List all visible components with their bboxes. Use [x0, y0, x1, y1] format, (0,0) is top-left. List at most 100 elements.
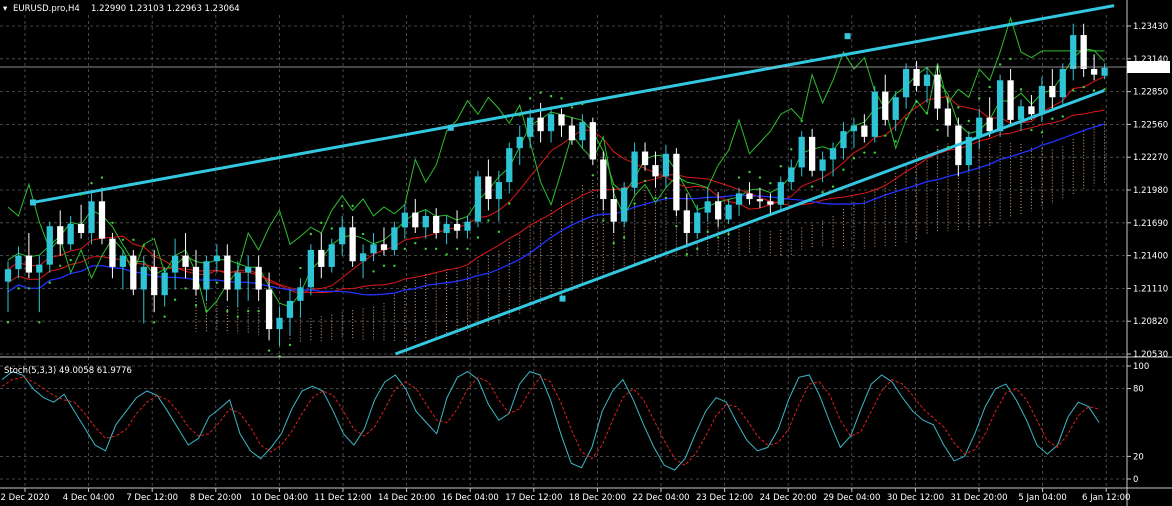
candle-body[interactable]: [192, 266, 200, 290]
candle-body[interactable]: [297, 287, 304, 301]
candle-body[interactable]: [934, 74, 941, 109]
candle-body[interactable]: [412, 212, 419, 228]
candle-body[interactable]: [391, 227, 398, 250]
candle-body[interactable]: [913, 68, 920, 86]
candle-body[interactable]: [1007, 80, 1014, 120]
candle-body[interactable]: [1090, 68, 1098, 75]
candle-body[interactable]: [213, 255, 221, 262]
candle-body[interactable]: [986, 117, 993, 132]
candle-body[interactable]: [610, 199, 617, 222]
candle-body[interactable]: [746, 193, 753, 200]
candle-body[interactable]: [829, 148, 837, 160]
candle-body[interactable]: [558, 114, 565, 126]
channel-anchor[interactable]: [844, 33, 851, 40]
candle-body[interactable]: [88, 201, 95, 233]
candle-body[interactable]: [234, 272, 241, 290]
candle-body[interactable]: [537, 117, 544, 132]
candle-body[interactable]: [809, 136, 816, 171]
candle-body[interactable]: [474, 176, 482, 222]
candle-body[interactable]: [976, 117, 983, 137]
candle-body[interactable]: [4, 269, 12, 282]
candle-body[interactable]: [600, 159, 607, 200]
candle-body[interactable]: [307, 249, 314, 288]
candle-body[interactable]: [621, 187, 628, 222]
candle-body[interactable]: [662, 153, 670, 177]
candle-body[interactable]: [46, 226, 53, 265]
candle-body[interactable]: [631, 151, 638, 188]
candle-body[interactable]: [57, 226, 64, 245]
candle-body[interactable]: [1101, 67, 1108, 76]
candle-body[interactable]: [1028, 106, 1035, 115]
candle-body[interactable]: [767, 201, 774, 205]
candle-body[interactable]: [641, 151, 649, 166]
candle-body[interactable]: [36, 264, 43, 273]
candle-body[interactable]: [819, 159, 826, 171]
candle-body[interactable]: [109, 238, 116, 267]
candle-body[interactable]: [704, 201, 711, 213]
candle-body[interactable]: [735, 193, 743, 205]
channel-lower-line[interactable]: [394, 89, 1105, 356]
candle-body[interactable]: [67, 223, 74, 245]
candle-body[interactable]: [286, 300, 294, 318]
candle-body[interactable]: [255, 266, 262, 290]
candle-body[interactable]: [547, 114, 555, 132]
candle-body[interactable]: [140, 266, 147, 290]
candle-body[interactable]: [1080, 35, 1087, 69]
candle-body[interactable]: [422, 216, 429, 228]
candle-body[interactable]: [725, 204, 732, 220]
candle-body[interactable]: [182, 255, 189, 267]
candle-body[interactable]: [1017, 106, 1025, 120]
channel-anchor[interactable]: [559, 295, 566, 302]
candle-body[interactable]: [902, 68, 910, 98]
channel-upper-line[interactable]: [32, 4, 1115, 204]
candle-body[interactable]: [265, 289, 273, 330]
candle-body[interactable]: [788, 167, 795, 183]
candle-body[interactable]: [119, 255, 127, 267]
candle-body[interactable]: [224, 255, 231, 290]
candle-body[interactable]: [1070, 35, 1077, 69]
candle-body[interactable]: [276, 317, 283, 330]
candle-body[interactable]: [683, 210, 690, 233]
candle-body[interactable]: [777, 182, 784, 205]
candle-body[interactable]: [25, 255, 33, 273]
candle-body[interactable]: [756, 199, 764, 202]
candle-body[interactable]: [77, 223, 85, 233]
candle-body[interactable]: [370, 244, 377, 254]
candle-body[interactable]: [245, 266, 252, 273]
candle-body[interactable]: [171, 255, 179, 273]
candle-body[interactable]: [495, 182, 502, 200]
candle-body[interactable]: [203, 261, 210, 290]
candle-body[interactable]: [15, 255, 22, 270]
candle-body[interactable]: [130, 255, 137, 290]
candle-body[interactable]: [359, 253, 367, 262]
candle-body[interactable]: [339, 227, 346, 245]
candle-body[interactable]: [98, 201, 106, 239]
candles-group[interactable]: [4, 23, 1108, 347]
candle-body[interactable]: [798, 136, 805, 168]
candle-body[interactable]: [464, 221, 471, 231]
candle-body[interactable]: [380, 244, 388, 250]
candle-body[interactable]: [433, 216, 440, 233]
candle-body[interactable]: [892, 97, 899, 120]
candle-body[interactable]: [996, 80, 1004, 132]
candle-body[interactable]: [453, 223, 461, 231]
candle-body[interactable]: [318, 249, 325, 267]
candle-body[interactable]: [328, 244, 335, 267]
candle-body[interactable]: [589, 122, 596, 160]
candle-body[interactable]: [652, 165, 659, 177]
candle-body[interactable]: [485, 176, 492, 200]
channel-anchor[interactable]: [447, 124, 454, 131]
candle-body[interactable]: [1049, 85, 1056, 98]
candle-body[interactable]: [527, 117, 534, 137]
candle-body[interactable]: [882, 91, 889, 120]
candle-body[interactable]: [850, 125, 858, 132]
candle-body[interactable]: [871, 91, 878, 137]
candle-body[interactable]: [151, 266, 158, 296]
candle-body[interactable]: [673, 153, 680, 211]
candle-body[interactable]: [161, 272, 168, 296]
candle-body[interactable]: [443, 223, 450, 233]
candle-body[interactable]: [715, 201, 722, 220]
channel-anchor[interactable]: [30, 199, 36, 206]
candle-body[interactable]: [516, 136, 523, 149]
candle-body[interactable]: [861, 125, 868, 137]
